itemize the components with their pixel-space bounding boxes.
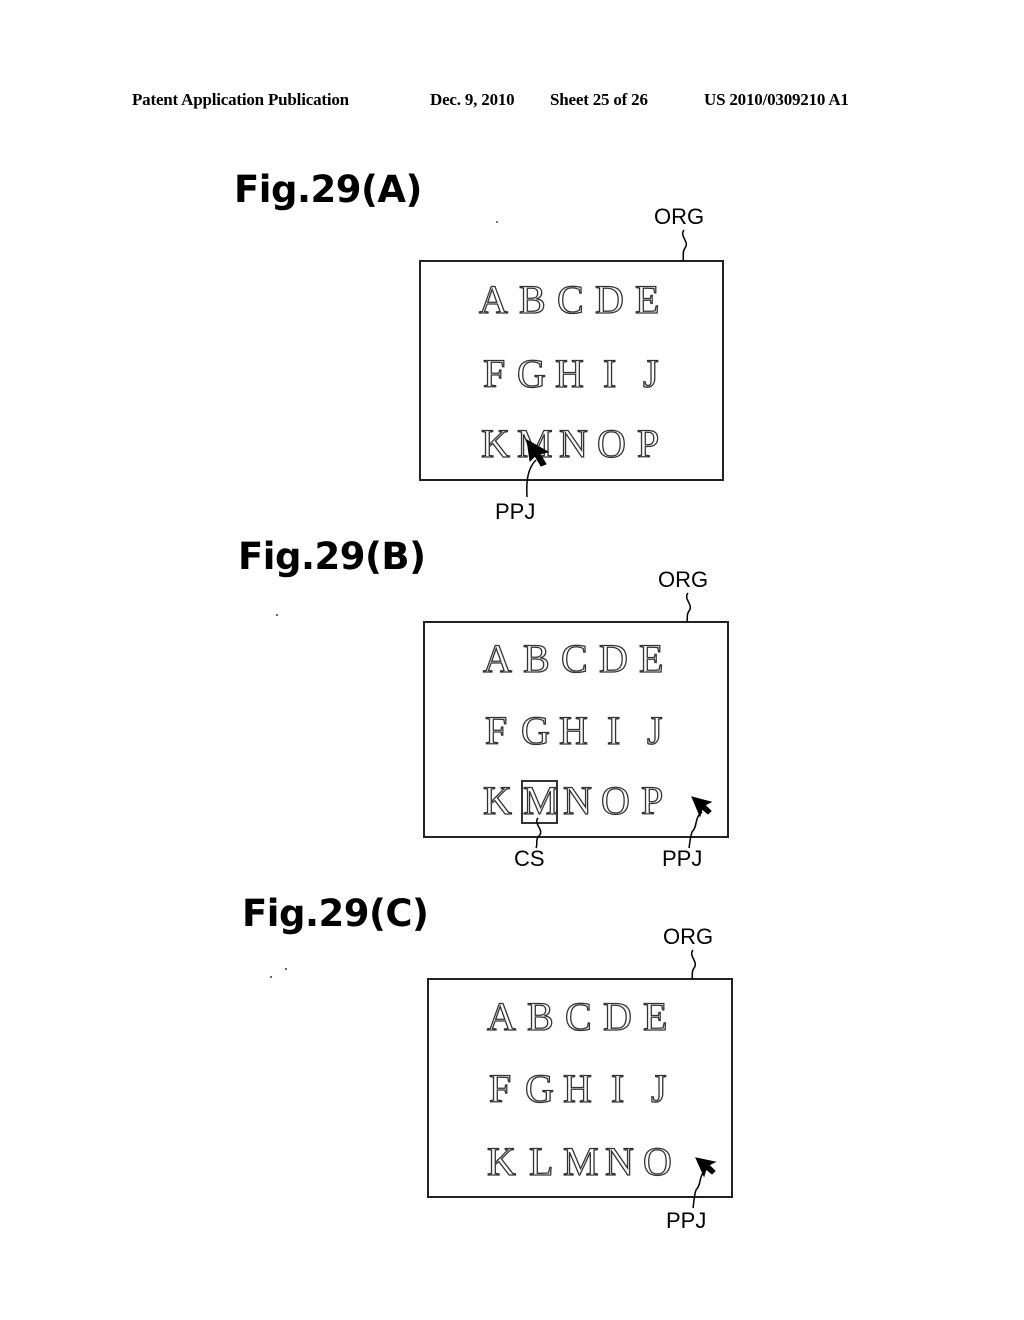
publication-date: Dec. 9, 2010 [430,90,515,109]
letter: G [520,708,550,753]
pointer-label-a: PPJ [495,499,536,524]
screen-frame-b: A B C D E F G H I J K M N O P [423,621,729,838]
letter: D [594,277,624,322]
org-label-c: ORG [663,924,714,949]
letter: J [650,1066,667,1111]
letter: O [642,1139,672,1184]
letter: O [596,421,626,466]
letter: L [528,1139,554,1184]
letter: C [564,994,592,1039]
screen-frame-c: A B C D E F G H I J K L M N O [427,978,733,1198]
letter: H [562,1066,592,1111]
speck [276,614,278,616]
letter: C [560,636,588,681]
letter-row: A B C D E [421,277,722,322]
letter-row: K L M N O [429,1139,731,1184]
patent-number: US 2010/0309210 A1 [704,90,849,109]
figure-title-a: Fig.29(A) [234,168,422,211]
letter: M [516,421,553,466]
figure-title-b: Fig.29(B) [238,535,426,578]
letter-row: A B C D E [429,994,731,1039]
letter: E [638,636,664,681]
speck [270,976,272,978]
letter: J [642,351,659,396]
speck [285,968,287,970]
character-selection-box [521,780,558,824]
letter-row: F G H I J [425,708,727,753]
letter: N [562,778,592,823]
letter: H [558,708,588,753]
speck [496,221,498,223]
letter: J [646,708,663,753]
letter: D [602,994,632,1039]
cs-label-b: CS [514,846,545,871]
letter: A [486,994,516,1039]
page-header: Patent Application Publication Dec. 9, 2… [132,90,892,112]
letter: F [482,351,506,396]
letter-row: K M N O P [421,421,722,466]
letter: P [636,421,660,466]
letter: C [556,277,584,322]
letter: A [482,636,512,681]
letter: K [480,421,510,466]
letter: D [598,636,628,681]
letter: N [558,421,588,466]
letter: E [634,277,660,322]
letter: N [604,1139,634,1184]
letter: P [640,778,664,823]
publication-type: Patent Application Publication [132,90,349,109]
letter: I [610,1066,625,1111]
org-leader-line-b [686,592,691,623]
sheet-number: Sheet 25 of 26 [550,90,648,109]
letter: G [524,1066,554,1111]
letter: I [606,708,621,753]
letter: G [516,351,546,396]
letter: M [562,1139,599,1184]
letter: E [642,994,668,1039]
letter: A [478,277,508,322]
screen-frame-a: A B C D E F G H I J K M N O P [419,260,724,481]
letter: B [522,636,550,681]
pointer-label-c: PPJ [666,1208,707,1233]
letter-row: K M N O P [425,778,727,823]
letter-row: F G H I J [421,351,722,396]
letter: I [602,351,617,396]
org-leader-line-a [682,229,687,262]
figure-title-c: Fig.29(C) [242,892,429,935]
letter-row: A B C D E [425,636,727,681]
letter: F [488,1066,512,1111]
org-leader-line-c [691,949,696,980]
letter: K [482,778,512,823]
letter: H [554,351,584,396]
letter: B [526,994,554,1039]
letter: F [484,708,508,753]
letter: O [600,778,630,823]
pointer-label-b: PPJ [662,846,703,871]
letter: B [518,277,546,322]
org-label-b: ORG [658,567,709,592]
org-label-a: ORG [654,204,705,229]
letter-row: F G H I J [429,1066,731,1111]
letter: K [486,1139,516,1184]
